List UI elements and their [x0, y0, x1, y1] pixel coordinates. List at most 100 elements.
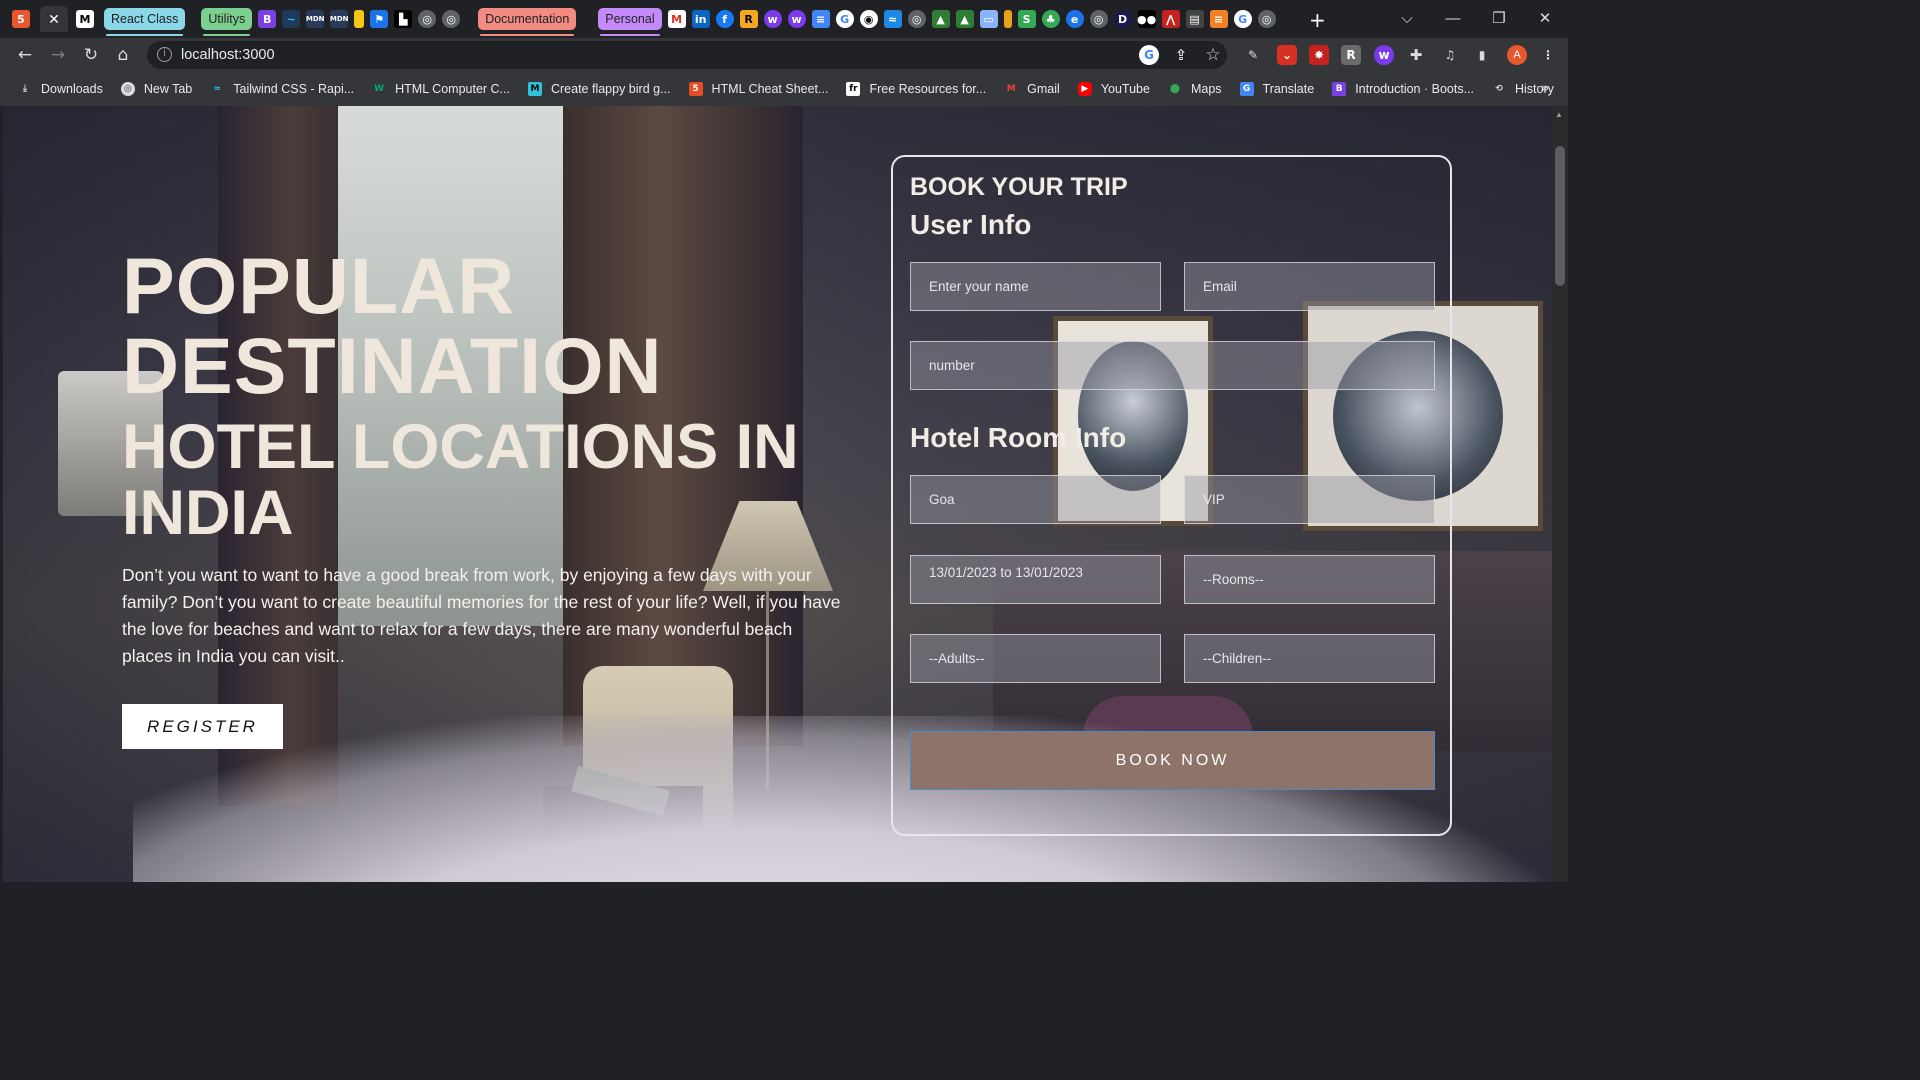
html-icon: 5 [688, 82, 703, 96]
scroll-up-icon[interactable]: ▲ [1555, 110, 1563, 119]
green-favicon-icon[interactable]: ♣ [1041, 10, 1060, 28]
mdn-favicon-icon[interactable]: MDN [306, 10, 325, 28]
back-arrow-icon[interactable]: ← [14, 45, 36, 65]
google-favicon-icon-2[interactable]: G [1233, 10, 1252, 28]
m-favicon-icon[interactable]: M [76, 10, 94, 28]
register-button[interactable]: REGISTER [122, 704, 283, 749]
site-info-icon[interactable]: i [157, 47, 172, 62]
flag-favicon-icon[interactable]: ⚑ [370, 10, 389, 28]
adults-select[interactable]: --Adults-- [910, 634, 1161, 683]
globe-favicon-icon-2[interactable]: ◎ [442, 10, 461, 28]
r-favicon-icon[interactable]: R [739, 10, 758, 28]
children-select[interactable]: --Children-- [1184, 634, 1435, 683]
number-input[interactable]: number [910, 341, 1435, 390]
stackoverflow-favicon-icon[interactable]: ≡ [1209, 10, 1228, 28]
bookmark-gmail[interactable]: M Gmail [1004, 82, 1060, 96]
browser-chrome: ✕ 5 M React Class Utilitys B ~ MDN MDN ⚑… [0, 0, 1568, 106]
reload-icon[interactable]: ↻ [80, 45, 102, 65]
bootstrap-favicon-icon[interactable]: B [258, 10, 277, 28]
rooms-select[interactable]: --Rooms-- [1184, 555, 1435, 604]
terminal-favicon-icon[interactable]: ▤ [1185, 10, 1204, 28]
forward-arrow-icon[interactable]: → [47, 45, 69, 65]
bookmark-tailwind[interactable]: ≈ Tailwind CSS - Rapi... [210, 82, 354, 96]
bookmarks-overflow-icon[interactable]: » [1541, 79, 1549, 95]
linkedin-favicon-icon[interactable]: in [691, 10, 710, 28]
d-favicon-icon[interactable]: D [1113, 10, 1132, 28]
w-favicon-icon[interactable]: w [763, 10, 782, 28]
bookmark-downloads[interactable]: ⤓ Downloads [18, 82, 103, 96]
google-favicon-icon[interactable]: G [835, 10, 854, 28]
s-favicon-icon[interactable]: S [1017, 10, 1036, 28]
page-scrollbar[interactable]: ▲ [1552, 106, 1568, 882]
tab-search-icon[interactable]: ⌵ [1384, 10, 1430, 27]
extensions-puzzle-icon[interactable]: ✚ [1406, 45, 1426, 65]
gmail-icon: M [1006, 84, 1016, 94]
js-favicon-icon[interactable] [354, 10, 365, 28]
profile-avatar[interactable]: A [1507, 45, 1527, 65]
bookmark-star-icon[interactable]: ☆ [1203, 45, 1223, 65]
window-favicon-icon[interactable]: ▭ [979, 10, 998, 28]
new-tab-button[interactable]: + [1309, 8, 1326, 32]
name-input[interactable]: Enter your name [910, 262, 1161, 311]
translate-icon: G [1239, 82, 1254, 96]
tab-group-documentation[interactable]: Documentation [478, 8, 577, 36]
gmail-favicon-icon[interactable]: M [667, 10, 686, 28]
globe-favicon-icon-5[interactable]: ◎ [1257, 10, 1276, 28]
globe-favicon-icon-3[interactable]: ◎ [907, 10, 926, 28]
medium-favicon-icon[interactable]: ●● [1137, 10, 1156, 28]
docs-favicon-icon[interactable]: ≡ [811, 10, 830, 28]
book-now-button[interactable]: BOOK NOW [910, 731, 1435, 790]
bookmark-free-resources[interactable]: fr Free Resources for... [846, 82, 986, 96]
bookmark-youtube[interactable]: ▶ YouTube [1077, 82, 1150, 96]
location-select[interactable]: Goa [910, 475, 1161, 524]
bookmark-new-tab[interactable]: ◎ New Tab [120, 82, 192, 96]
r-extension-icon[interactable]: R [1341, 45, 1361, 65]
tab-group-utilitys[interactable]: Utilitys [201, 8, 253, 36]
history-icon: ⟲ [1495, 84, 1503, 94]
url-text[interactable]: localhost:3000 [181, 47, 275, 63]
scrollbar-thumb[interactable] [1555, 146, 1565, 286]
bookmark-maps[interactable]: ⬤ Maps [1168, 82, 1222, 96]
blue-favicon-icon[interactable]: ≈ [883, 10, 902, 28]
media-control-icon[interactable]: ♫ [1440, 45, 1460, 65]
address-bar[interactable]: i localhost:3000 [147, 41, 1227, 69]
pen-extension-icon[interactable]: ✎ [1243, 45, 1263, 65]
globe-favicon-icon-4[interactable]: ◎ [1089, 10, 1108, 28]
w-extension-icon[interactable]: w [1374, 45, 1394, 65]
bookmark-label: YouTube [1100, 82, 1150, 96]
close-window-icon[interactable]: ✕ [1522, 9, 1568, 27]
menu-dots-icon[interactable]: ⋮ [1538, 45, 1558, 65]
globe-favicon-icon[interactable]: ◎ [418, 10, 437, 28]
share-icon[interactable]: ⇪ [1171, 45, 1191, 65]
minimize-icon[interactable]: — [1430, 10, 1476, 27]
pocket-extension-icon[interactable]: ⌄ [1277, 45, 1297, 65]
mountain-favicon-icon[interactable]: ▲ [931, 10, 950, 28]
bookmark-html-computer[interactable]: W HTML Computer C... [372, 82, 510, 96]
bug-extension-icon[interactable]: ✸ [1309, 45, 1329, 65]
facebook-favicon-icon[interactable]: f [715, 10, 734, 28]
html5-favicon-icon[interactable]: 5 [12, 10, 30, 28]
room-type-select[interactable]: VIP [1184, 475, 1435, 524]
home-icon[interactable]: ⌂ [112, 45, 134, 65]
bookmark-html-cheat-sheet[interactable]: 5 HTML Cheat Sheet... [688, 82, 828, 96]
bookmark-bootstrap[interactable]: B Introduction · Boots... [1332, 82, 1474, 96]
side-panel-icon[interactable]: ▮ [1472, 45, 1492, 65]
mountain-red-favicon-icon[interactable]: ⋀ [1161, 10, 1180, 28]
edge-favicon-icon[interactable]: e [1065, 10, 1084, 28]
github-favicon-icon[interactable]: ◉ [859, 10, 878, 28]
tab-group-personal[interactable]: Personal [598, 8, 662, 36]
date-range-input[interactable]: 13/01/2023 to 13/01/2023 [910, 555, 1161, 604]
tailwind-favicon-icon[interactable]: ~ [282, 10, 301, 28]
google-lens-icon[interactable]: G [1139, 45, 1159, 65]
booking-form: BOOK YOUR TRIP User Info Enter your name… [891, 155, 1452, 836]
email-input[interactable]: Email [1184, 262, 1435, 311]
w-favicon-icon-2[interactable]: w [787, 10, 806, 28]
bookmark-flappy-bird[interactable]: M Create flappy bird g... [527, 82, 671, 96]
bookmark-translate[interactable]: G Translate [1239, 82, 1314, 96]
bar-favicon-icon[interactable] [1003, 10, 1012, 28]
mdn-favicon-icon-2[interactable]: MDN [330, 10, 349, 28]
restore-icon[interactable]: ❐ [1476, 9, 1522, 27]
tab-group-react-class[interactable]: React Class [104, 8, 186, 36]
dark-favicon-icon[interactable]: ▙ [394, 10, 413, 28]
mountain-favicon-icon-2[interactable]: ▲ [955, 10, 974, 28]
